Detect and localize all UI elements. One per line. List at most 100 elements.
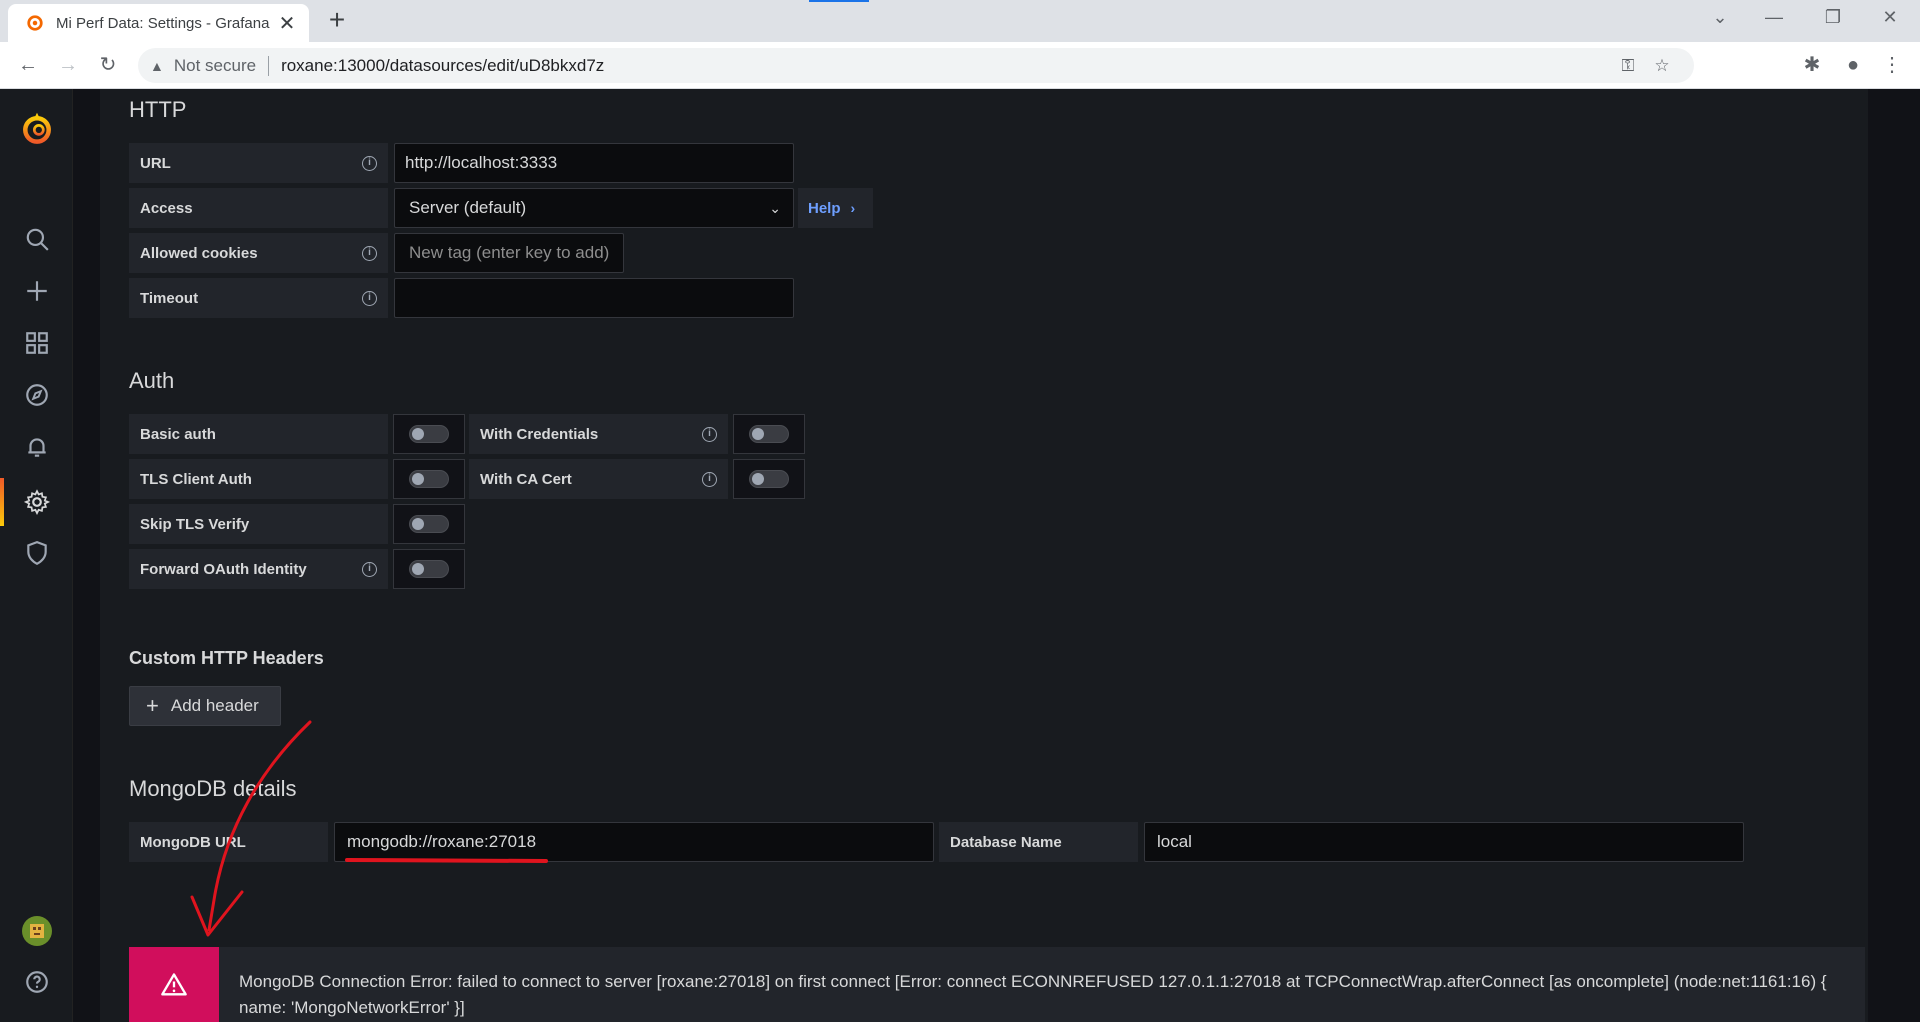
http-heading: HTTP [129, 97, 187, 122]
minimize-icon[interactable]: — [1762, 5, 1786, 29]
menu-kebab-icon[interactable]: ⋮ [1878, 51, 1906, 79]
with-ca-cert-toggle[interactable] [733, 459, 805, 499]
basic-auth-label-text: Basic auth [140, 425, 216, 443]
omnibox-actions: ⚿ ☆ [1616, 48, 1674, 83]
help-button-label: Help [808, 199, 841, 217]
mongodb-url-input[interactable]: mongodb://roxane:27018 [334, 822, 934, 862]
access-select[interactable]: Server (default) ⌄ [394, 188, 794, 228]
timeout-label-text: Timeout [140, 289, 199, 307]
extensions-icon[interactable]: ✱ [1798, 51, 1826, 79]
with-credentials-toggle[interactable] [733, 414, 805, 454]
toggle-switch [409, 560, 449, 578]
basic-auth-label: Basic auth [129, 414, 388, 454]
forward-oauth-label: Forward OAuth Identity i [129, 549, 388, 589]
user-avatar[interactable] [19, 913, 55, 949]
address-bar[interactable]: ▲ Not secure roxane:13000/datasources/ed… [138, 48, 1694, 83]
skip-tls-verify-toggle[interactable] [393, 504, 465, 544]
create-plus-icon[interactable] [19, 273, 55, 309]
info-icon[interactable]: i [362, 562, 377, 577]
mongodb-url-label: MongoDB URL [129, 822, 328, 862]
mongodb-heading: MongoDB details [129, 776, 297, 801]
tls-client-auth-label: TLS Client Auth [129, 459, 388, 499]
restore-icon[interactable]: ❐ [1821, 5, 1845, 29]
new-tab-icon[interactable]: + [323, 6, 351, 34]
tls-client-auth-toggle[interactable] [393, 459, 465, 499]
forward-oauth-label-text: Forward OAuth Identity [140, 560, 307, 578]
add-header-button[interactable]: + Add header [129, 686, 281, 726]
plus-icon: + [146, 693, 159, 718]
bookmark-star-icon[interactable]: ☆ [1650, 56, 1674, 76]
timeout-label: Timeout i [129, 278, 388, 318]
alert-warning-icon [129, 947, 219, 1022]
grafana-logo-icon[interactable] [17, 109, 57, 149]
auth-heading: Auth [129, 368, 175, 393]
access-help-button[interactable]: Help › [798, 188, 873, 228]
forward-oauth-toggle[interactable] [393, 549, 465, 589]
access-label-text: Access [140, 199, 193, 217]
alert-message: MongoDB Connection Error: failed to conn… [239, 972, 1827, 1017]
toggle-switch [409, 470, 449, 488]
server-admin-shield-icon[interactable] [19, 535, 55, 571]
add-header-label: Add header [170, 696, 259, 715]
with-credentials-label: With Credentials i [469, 414, 728, 454]
mongodb-url-label-text: MongoDB URL [140, 833, 246, 851]
tab-search-icon[interactable]: ⌄ [1708, 5, 1732, 29]
access-select-value: Server (default) [409, 198, 527, 217]
grafana-sidebar [0, 89, 73, 1022]
omnibox-divider [268, 55, 270, 76]
info-icon[interactable]: i [362, 291, 377, 306]
database-name-input[interactable]: local [1144, 822, 1744, 862]
window-close-icon[interactable]: ✕ [1878, 5, 1902, 29]
timeout-input[interactable] [394, 278, 794, 318]
scrollbar-track[interactable] [1868, 89, 1920, 1022]
back-icon[interactable]: ← [14, 51, 42, 79]
url-label: URL i [129, 143, 388, 183]
info-icon[interactable]: i [702, 427, 717, 442]
help-question-icon[interactable] [19, 964, 55, 1000]
browser-tab[interactable]: Mi Perf Data: Settings - Grafana ✕ [8, 4, 309, 42]
warning-icon: ▲ [150, 57, 164, 74]
url-text: roxane:13000/datasources/edit/uD8bkxd7z [281, 55, 605, 75]
chevron-right-icon: › [850, 200, 856, 216]
url-label-text: URL [140, 154, 171, 172]
allowed-cookies-label-text: Allowed cookies [140, 244, 258, 262]
active-nav-indicator [0, 478, 4, 526]
chevron-down-icon: ⌄ [769, 200, 781, 216]
toggle-switch [749, 425, 789, 443]
reload-icon[interactable]: ↻ [94, 51, 122, 79]
browser-tabbar: Mi Perf Data: Settings - Grafana ✕ + ⌄ —… [0, 0, 1920, 42]
with-ca-cert-label: With CA Cert i [469, 459, 728, 499]
tls-client-auth-label-text: TLS Client Auth [140, 470, 252, 488]
custom-headers-heading: Custom HTTP Headers [129, 648, 324, 668]
with-ca-cert-label-text: With CA Cert [480, 470, 572, 488]
security-label: Not secure [173, 55, 257, 75]
toggle-switch [409, 425, 449, 443]
basic-auth-toggle[interactable] [393, 414, 465, 454]
database-name-label-text: Database Name [950, 833, 1062, 851]
connection-error-alert: MongoDB Connection Error: failed to conn… [129, 947, 1865, 1022]
with-credentials-label-text: With Credentials [480, 425, 599, 443]
skip-tls-verify-label-text: Skip TLS Verify [140, 515, 250, 533]
tab-strip-indicator [809, 0, 869, 2]
info-icon[interactable]: i [362, 246, 377, 261]
configuration-gear-icon[interactable] [19, 484, 55, 520]
info-icon[interactable]: i [702, 472, 717, 487]
allowed-cookies-label: Allowed cookies i [129, 233, 388, 273]
forward-icon[interactable]: → [54, 51, 82, 79]
alerting-bell-icon[interactable] [19, 429, 55, 465]
profile-icon[interactable]: ● [1839, 51, 1867, 79]
dashboards-grid-icon[interactable] [19, 325, 55, 361]
toggle-switch [409, 515, 449, 533]
browser-toolbar: ← → ↻ ▲ Not secure roxane:13000/datasour… [0, 42, 1920, 89]
explore-compass-icon[interactable] [19, 377, 55, 413]
key-icon[interactable]: ⚿ [1616, 56, 1640, 76]
http-url-input[interactable]: http://localhost:3333 [394, 143, 794, 183]
toggle-switch [749, 470, 789, 488]
info-icon[interactable]: i [362, 156, 377, 171]
search-icon[interactable] [19, 221, 55, 257]
tab-close-icon[interactable]: ✕ [277, 11, 297, 36]
allowed-cookies-input[interactable]: New tag (enter key to add) [394, 233, 624, 273]
grafana-favicon-icon [27, 15, 43, 31]
database-name-label: Database Name [939, 822, 1138, 862]
access-label: Access [129, 188, 388, 228]
